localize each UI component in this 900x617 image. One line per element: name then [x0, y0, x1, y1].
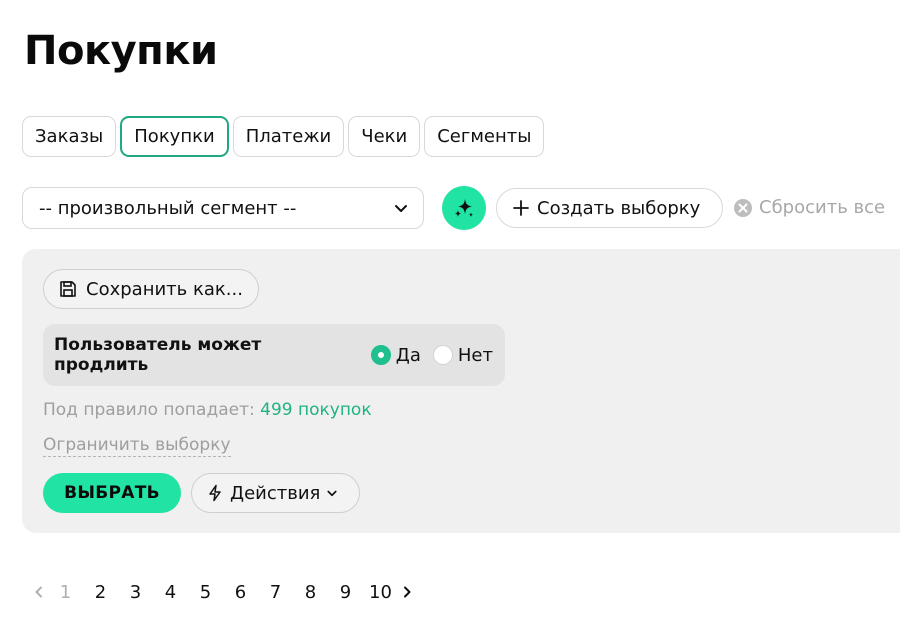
plus-icon	[513, 200, 529, 216]
save-as-button[interactable]: Сохранить как...	[43, 269, 259, 309]
prev-page-button[interactable]	[30, 580, 48, 604]
radio-yes-label: Да	[395, 344, 421, 366]
floppy-disk-icon	[60, 281, 76, 297]
next-page-button[interactable]	[398, 580, 416, 604]
tab-payments[interactable]: Платежи	[232, 116, 345, 157]
rule-card: Пользователь может продлить Да Нет	[43, 324, 505, 386]
page-number-current: 1	[59, 581, 72, 603]
save-as-label: Сохранить как...	[86, 278, 243, 300]
tab-orders[interactable]: Заказы	[22, 116, 117, 157]
radio-no-label: Нет	[457, 344, 493, 366]
ai-assistant-button[interactable]	[442, 186, 486, 230]
tab-segments[interactable]: Сегменты	[424, 116, 545, 157]
radio-option-no[interactable]: Нет	[432, 344, 493, 366]
page-number[interactable]: 3	[118, 582, 153, 603]
tab-receipts[interactable]: Чеки	[348, 116, 421, 157]
page-number[interactable]: 2	[83, 582, 118, 603]
page-number[interactable]: 7	[258, 582, 293, 603]
page-number[interactable]: 4	[153, 582, 188, 603]
match-count: Под правило попадает: 499 покупок	[43, 400, 372, 420]
segment-select-value: -- произвольный сегмент --	[39, 197, 297, 219]
sparkle-icon	[455, 199, 473, 217]
page-number[interactable]: 6	[223, 582, 258, 603]
page-title: Покупки	[24, 28, 218, 74]
filter-panel: Сохранить как... Пользователь может прод…	[22, 249, 900, 533]
match-count-prefix: Под правило попадает:	[43, 400, 255, 420]
select-button[interactable]: ВЫБРАТЬ	[43, 473, 181, 513]
create-selection-label: Создать выборку	[537, 197, 701, 219]
lightning-icon	[209, 484, 221, 502]
actions-label: Действия	[230, 482, 321, 504]
chevron-down-icon	[327, 490, 337, 497]
radio-option-yes[interactable]: Да	[370, 344, 421, 366]
limit-selection-link[interactable]: Ограничить выборку	[43, 435, 231, 457]
create-selection-button[interactable]: Создать выборку	[496, 188, 723, 228]
page-number[interactable]: 5	[188, 582, 223, 603]
chevron-down-icon	[395, 205, 407, 212]
radio-no[interactable]	[432, 345, 453, 365]
rule-label: Пользователь может продлить	[54, 335, 262, 375]
pagination: 1 2 3 4 5 6 7 8 9 10	[30, 580, 416, 604]
tab-purchases[interactable]: Покупки	[120, 116, 229, 157]
tabs: Заказы Покупки Платежи Чеки Сегменты	[22, 116, 545, 157]
segment-select[interactable]: -- произвольный сегмент --	[22, 187, 424, 229]
page-number[interactable]: 9	[328, 582, 363, 603]
page-number[interactable]: 8	[293, 582, 328, 603]
actions-button[interactable]: Действия	[191, 473, 360, 513]
reset-all-label: Сбросить все	[759, 197, 886, 218]
close-circle-icon	[734, 198, 752, 217]
page-number[interactable]: 10	[363, 582, 398, 603]
reset-all-button[interactable]: Сбросить все	[733, 197, 885, 218]
chevron-right-icon	[404, 586, 411, 598]
radio-yes[interactable]	[370, 345, 391, 365]
chevron-left-icon	[35, 586, 42, 598]
match-count-value: 499 покупок	[260, 400, 372, 420]
